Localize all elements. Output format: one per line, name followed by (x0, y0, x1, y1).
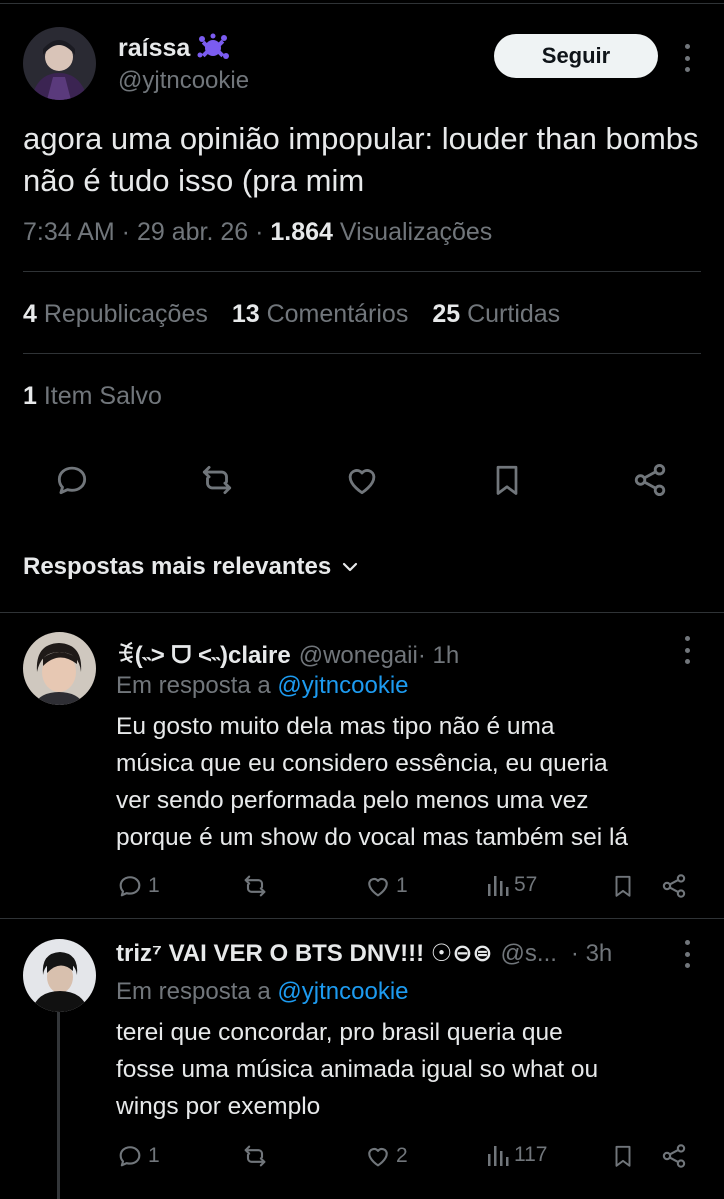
purple-splat-badge-icon (197, 33, 230, 59)
reply-icon[interactable] (50, 458, 94, 502)
top-border (0, 3, 724, 4)
follow-button[interactable]: Seguir (494, 34, 658, 78)
like-count: 1 (396, 874, 408, 897)
bookmark-icon[interactable] (485, 458, 529, 502)
sort-label: Respostas mais relevantes (23, 553, 332, 580)
reply-time[interactable]: · 3h (571, 940, 612, 968)
divider (0, 612, 724, 613)
divider (0, 918, 724, 919)
reply-count: 1 (148, 1144, 160, 1167)
reply-header: triz⁷ VAI VER O BTS DNV!!! ☉⊖⊜ @s... · 3… (116, 939, 612, 968)
views-count: 57 (514, 873, 538, 896)
reply-context: Em resposta a @yjtncookie (116, 672, 409, 700)
reply-text: terei que concordar, pro brasil queria q… (116, 1014, 706, 1125)
reply-context: Em resposta a @yjtncookie (116, 978, 409, 1006)
chevron-down-icon (343, 562, 358, 572)
reply-avatar[interactable] (23, 939, 96, 1012)
divider (23, 353, 701, 354)
repost-icon (244, 875, 266, 897)
likes-label: Curtidas (460, 300, 561, 328)
post-timestamp[interactable]: 7:34 AM · 29 abr. 26 · (23, 218, 270, 246)
reply-icon (119, 1146, 141, 1167)
saved-count: 1 (23, 382, 37, 410)
post-text: agora uma opinião impopular: louder than… (23, 121, 699, 198)
reply-repost-button[interactable] (240, 1142, 270, 1170)
reply-like-button[interactable]: 2 (364, 1142, 408, 1170)
reply-views-button[interactable]: 117 (486, 1142, 547, 1168)
views-count: 1.864 (270, 218, 333, 246)
more-options-icon[interactable] (682, 636, 692, 664)
reply-share-button[interactable] (660, 1142, 688, 1170)
reply-bookmark-button[interactable] (610, 1142, 636, 1170)
views-icon (488, 876, 509, 896)
mention-link[interactable]: @yjtncookie (277, 978, 408, 1005)
reply-views-button[interactable]: 57 (486, 872, 537, 898)
reply-prefix: Em resposta a (116, 672, 278, 699)
share-icon (662, 1144, 686, 1168)
reply-author-handle[interactable]: @wonegaii (299, 642, 418, 670)
reply-avatar[interactable] (23, 632, 96, 705)
reply-icon (119, 876, 141, 897)
reposts-label: Republicações (36, 300, 208, 328)
reply-author-handle[interactable]: @s... (501, 940, 557, 968)
reply-bookmark-button[interactable] (610, 872, 636, 900)
comments-count: 13 (231, 300, 260, 328)
more-options-icon[interactable] (682, 44, 692, 72)
reply-comment-button[interactable]: 1 (116, 872, 160, 900)
mention-link[interactable]: @yjtncookie (277, 672, 408, 699)
views-icon (488, 1146, 509, 1166)
views-label: Visualizações (332, 218, 493, 246)
reply-time[interactable]: · 1h (418, 642, 459, 670)
repost-icon (244, 1145, 266, 1167)
share-icon[interactable] (628, 458, 672, 502)
like-icon (368, 1147, 388, 1167)
post-meta: 7:34 AM · 29 abr. 26 · 1.864 Visualizaçõ… (23, 218, 492, 247)
reply-text-line: porque é um show do vocal mas também sei… (116, 824, 629, 851)
reply-text-line: wings por exemplo (116, 1093, 321, 1120)
more-options-icon[interactable] (682, 940, 692, 968)
views-count: 117 (514, 1143, 548, 1166)
share-icon (662, 874, 686, 898)
saved-stat[interactable]: 1 Item Salvo (23, 382, 162, 411)
likes-stat[interactable]: 25 Curtidas (432, 300, 560, 329)
saved-label: Item Salvo (36, 382, 162, 410)
like-icon[interactable] (340, 458, 384, 502)
replies-sort-dropdown[interactable]: Respostas mais relevantes (23, 553, 359, 581)
likes-count: 25 (432, 300, 461, 328)
reply-share-button[interactable] (660, 872, 688, 900)
reposts-count: 4 (23, 300, 37, 328)
reply-like-button[interactable]: 1 (364, 872, 408, 900)
reply-text: Eu gosto muito dela mas tipo não é uma m… (116, 708, 706, 856)
bookmark-icon (615, 1145, 631, 1167)
comments-label: Comentários (259, 300, 409, 328)
post-stats: 4 Republicações 13 Comentários 25 Curtid… (23, 300, 560, 329)
reply-text-line: ver sendo performada pelo menos uma vez (116, 787, 589, 814)
reply-header: ꉂ(˵˃ ᗜ ˂˵)claire @wonegaii · 1h (116, 637, 459, 670)
like-count: 2 (396, 1144, 408, 1167)
reply-author-name[interactable]: triz⁷ VAI VER O BTS DNV!!! ☉⊖⊜ (116, 939, 493, 968)
divider (23, 271, 701, 272)
reply-text-line: Eu gosto muito dela mas tipo não é uma (116, 713, 555, 740)
reply-prefix: Em resposta a (116, 978, 278, 1005)
repost-icon[interactable] (195, 458, 239, 502)
reply-text-line: fosse uma música animada igual so what o… (116, 1056, 599, 1083)
reply-author-name[interactable]: ꉂ(˵˃ ᗜ ˂˵)claire (116, 637, 291, 670)
like-icon (368, 877, 388, 897)
reply-text-line: música que eu considero essência, eu que… (116, 750, 608, 777)
author-name[interactable]: raíssa (118, 33, 230, 63)
author-name-text: raíssa (118, 33, 191, 62)
thread-connector-line (57, 1012, 60, 1199)
bookmark-icon (615, 875, 631, 897)
comments-stat[interactable]: 13 Comentários (232, 300, 408, 329)
author-handle[interactable]: @yjtncookie (118, 67, 249, 95)
reply-count: 1 (148, 874, 160, 897)
reply-text-line: terei que concordar, pro brasil queria q… (116, 1019, 563, 1046)
reposts-stat[interactable]: 4 Republicações (23, 300, 208, 329)
reply-comment-button[interactable]: 1 (116, 1142, 160, 1170)
reply-repost-button[interactable] (240, 872, 270, 900)
author-avatar[interactable] (23, 27, 96, 100)
